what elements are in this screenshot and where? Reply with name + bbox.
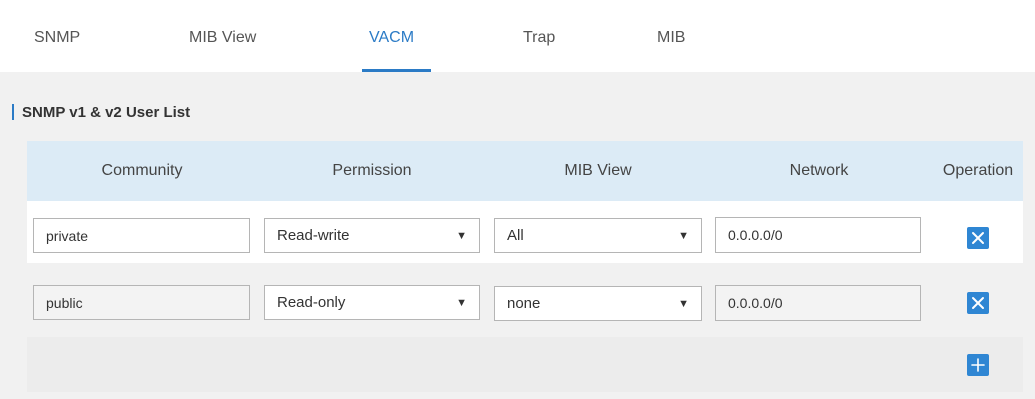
add-row-bar <box>27 337 1023 392</box>
network-input[interactable] <box>715 217 921 253</box>
delete-row-button[interactable] <box>967 292 989 314</box>
tab-snmp[interactable]: SNMP <box>34 29 80 47</box>
delete-row-button[interactable] <box>967 227 989 249</box>
column-header-operation: Operation <box>942 162 1014 179</box>
column-header-mib-view: MIB View <box>564 162 632 179</box>
permission-select[interactable]: Read-write ▼ <box>264 218 480 253</box>
tab-mib[interactable]: MIB <box>657 29 685 47</box>
community-input[interactable] <box>33 218 250 253</box>
plus-icon <box>971 358 985 372</box>
dropdown-arrow-icon: ▼ <box>678 297 689 310</box>
section-header: SNMP v1 & v2 User List <box>12 103 190 121</box>
table-row: Read-write ▼ All ▼ <box>27 201 1023 263</box>
dropdown-arrow-icon: ▼ <box>456 229 467 242</box>
tab-mib-view[interactable]: MIB View <box>189 29 256 47</box>
tab-bar: SNMP MIB View VACM Trap MIB <box>0 0 1035 72</box>
table-header: Community Permission MIB View Network Op… <box>27 141 1023 201</box>
tab-vacm[interactable]: VACM <box>369 29 414 47</box>
section-marker <box>12 104 14 120</box>
network-input[interactable] <box>715 285 921 321</box>
column-header-community: Community <box>101 162 183 179</box>
tab-trap[interactable]: Trap <box>523 29 555 47</box>
permission-select[interactable]: Read-only ▼ <box>264 285 480 320</box>
mib-view-select-value: All <box>507 227 524 244</box>
mib-view-select-value: none <box>507 295 541 312</box>
snmp-vacm-page: SNMP MIB View VACM Trap MIB SNMP v1 & v2… <box>0 0 1035 399</box>
community-input[interactable] <box>33 285 250 320</box>
close-icon <box>972 297 984 309</box>
permission-select-value: Read-only <box>277 294 346 311</box>
column-header-network: Network <box>789 162 849 179</box>
dropdown-arrow-icon: ▼ <box>678 229 689 242</box>
content-panel: SNMP v1 & v2 User List Community Permiss… <box>0 72 1035 399</box>
close-icon <box>972 232 984 244</box>
permission-select-value: Read-write <box>277 227 350 244</box>
column-header-permission: Permission <box>332 162 412 179</box>
mib-view-select[interactable]: All ▼ <box>494 218 702 253</box>
section-title: SNMP v1 & v2 User List <box>22 103 191 121</box>
dropdown-arrow-icon: ▼ <box>456 296 467 309</box>
mib-view-select[interactable]: none ▼ <box>494 286 702 321</box>
table-row: Read-only ▼ none ▼ <box>27 271 1023 333</box>
add-row-button[interactable] <box>967 354 989 376</box>
